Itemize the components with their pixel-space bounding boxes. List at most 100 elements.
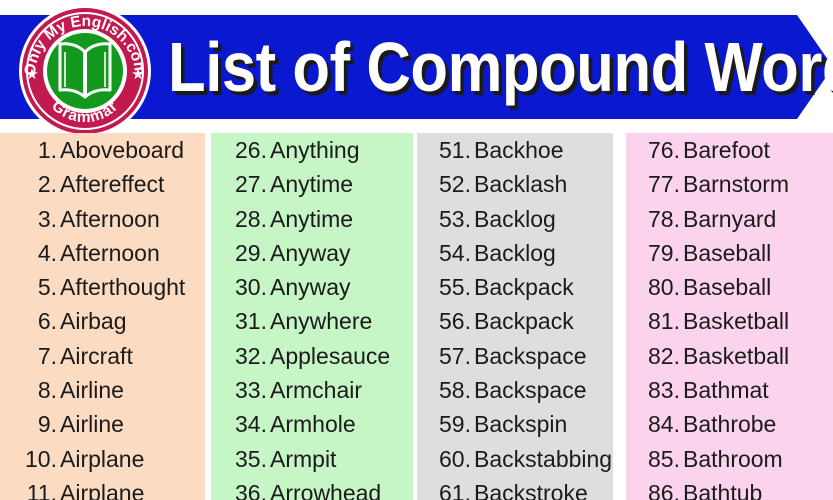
list-item-word: Backhoe <box>474 137 564 163</box>
list-item: 76. Barefoot <box>626 137 833 171</box>
list-item-word: Anywhere <box>270 308 373 335</box>
word-list-columns: 1. Aboveboard 2. Aftereffect 3. Afternoon 4. Af… <box>0 133 833 500</box>
list-item-number: 55. <box>439 274 471 301</box>
list-item-number: 76. <box>648 137 680 163</box>
list-item-number: 32. <box>235 342 267 369</box>
list-item-number: 35. <box>235 445 267 472</box>
list-item-number: 58. <box>439 377 471 404</box>
list-item-number: 60. <box>439 445 471 472</box>
list-item-word: Backspace <box>474 342 587 369</box>
list-item-word: Bathrobe <box>683 411 777 438</box>
list-item: 32. Applesauce <box>211 343 413 377</box>
list-item-word: Backstroke <box>474 479 588 500</box>
list-item-word: Bathmat <box>683 377 769 404</box>
list-item-word: Barnyard <box>683 205 777 232</box>
list-item-word: Bathroom <box>683 445 783 472</box>
list-item: 57. Backspace <box>417 343 613 377</box>
list-item-word: Backspin <box>474 411 568 438</box>
list-item-number: 31. <box>235 308 267 335</box>
list-item: 31. Anywhere <box>211 308 413 342</box>
list-item: 53. Backlog <box>417 206 613 240</box>
list-item-word: Anytime <box>270 171 354 198</box>
list-item-number: 26. <box>235 137 267 163</box>
list-item-number: 59. <box>439 411 471 438</box>
list-item-word: Arrowhead <box>270 479 382 500</box>
list-item-number: 53. <box>439 205 471 232</box>
list-item-word: Airline <box>60 411 124 438</box>
list-item: 3. Afternoon <box>0 206 205 240</box>
list-item-word: Anyway <box>270 239 351 266</box>
list-item-word: Baseball <box>683 274 772 301</box>
list-item-word: Anytime <box>270 205 354 232</box>
list-item-number: 86. <box>648 479 680 500</box>
list-item-number: 4. <box>37 239 57 266</box>
list-item-number: 56. <box>439 308 471 335</box>
list-item: 83. Bathmat <box>626 377 833 411</box>
list-item: 28. Anytime <box>211 206 413 240</box>
list-item-word: Basketball <box>683 342 790 369</box>
list-item-number: 78. <box>648 205 680 232</box>
list-item-number: 52. <box>439 171 471 198</box>
list-item-word: Backlash <box>474 171 568 198</box>
list-item-number: 33. <box>235 377 267 404</box>
list-item: 26. Anything <box>211 137 413 171</box>
list-item: 52. Backlash <box>417 171 613 205</box>
list-item-number: 10. <box>25 445 57 472</box>
column-orange: 1. Aboveboard 2. Aftereffect 3. Afternoon 4. Af… <box>0 133 205 500</box>
list-item-number: 29. <box>235 239 267 266</box>
list-item-word: Barnstorm <box>683 171 790 198</box>
list-item: 27. Anytime <box>211 171 413 205</box>
list-item-word: Airplane <box>60 479 145 500</box>
list-item: 79. Baseball <box>626 240 833 274</box>
list-item-word: Bathtub <box>683 479 763 500</box>
list-item: 78. Barnyard <box>626 206 833 240</box>
page-title: List of Compound Words <box>168 28 833 106</box>
list-item-number: 8. <box>37 377 57 404</box>
list-item-word: Barefoot <box>683 137 770 163</box>
page-header: List of Compound Words ★ ★ Only My Engli… <box>0 0 833 137</box>
list-item-number: 11. <box>26 479 57 500</box>
list-item-number: 79. <box>648 239 680 266</box>
list-item-word: Backpack <box>474 308 574 335</box>
list-item: 30. Anyway <box>211 274 413 308</box>
list-item: 86. Bathtub <box>626 480 833 500</box>
list-item-word: Armpit <box>270 445 337 472</box>
list-item-number: 5. <box>37 274 57 301</box>
list-item: 7. Aircraft <box>0 343 205 377</box>
list-item-word: Afternoon <box>60 239 160 266</box>
list-item: 56. Backpack <box>417 308 613 342</box>
list-item-number: 36. <box>235 479 267 500</box>
list-item-word: Aboveboard <box>60 137 185 163</box>
list-item: 77. Barnstorm <box>626 171 833 205</box>
list-item: 59. Backspin <box>417 411 613 445</box>
list-item-word: Armhole <box>270 411 356 438</box>
list-item-number: 84. <box>648 411 680 438</box>
list-item-word: Anything <box>270 137 360 163</box>
list-item-word: Backpack <box>474 274 574 301</box>
list-item: 33. Armchair <box>211 377 413 411</box>
list-item-word: Airbag <box>60 308 127 335</box>
list-item: 81. Basketball <box>626 308 833 342</box>
list-item-number: 77. <box>648 171 680 198</box>
list-item: 2. Aftereffect <box>0 171 205 205</box>
list-item-word: Aftereffect <box>60 171 165 198</box>
list-item-word: Afterthought <box>60 274 186 301</box>
list-item: 84. Bathrobe <box>626 411 833 445</box>
list-item-number: 27. <box>235 171 267 198</box>
list-item-number: 61. <box>439 479 471 500</box>
list-item-number: 9. <box>37 411 57 438</box>
list-item: 11. Airplane <box>0 480 205 500</box>
list-item-number: 81. <box>648 308 680 335</box>
list-item: 80. Baseball <box>626 274 833 308</box>
list-item: 29. Anyway <box>211 240 413 274</box>
list-item-word: Baseball <box>683 239 772 266</box>
list-item-word: Airplane <box>60 445 145 472</box>
list-item-number: 54. <box>439 239 471 266</box>
list-item-number: 83. <box>648 377 680 404</box>
list-item-word: Aircraft <box>60 342 133 369</box>
list-item-number: 6. <box>37 308 57 335</box>
list-item: 10. Airplane <box>0 446 205 480</box>
list-item: 54. Backlog <box>417 240 613 274</box>
list-item-word: Basketball <box>683 308 790 335</box>
list-item: 8. Airline <box>0 377 205 411</box>
